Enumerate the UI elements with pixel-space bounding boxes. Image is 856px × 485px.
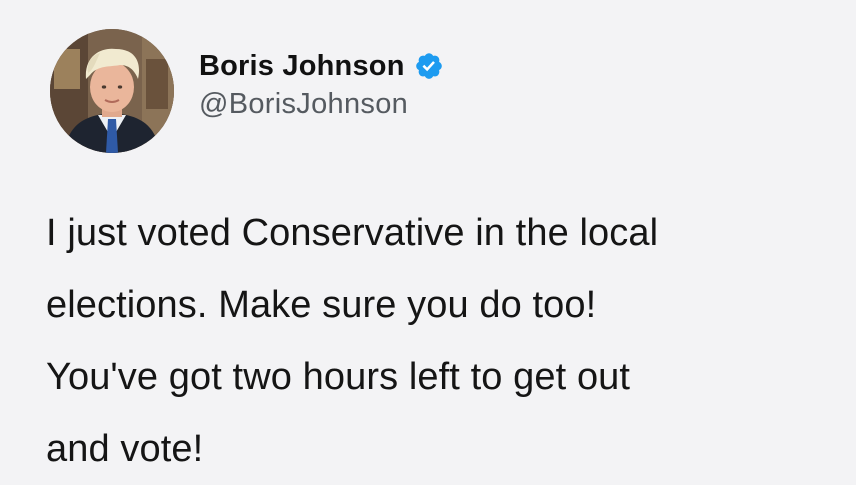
tweet-text-line: and vote! [46, 428, 204, 470]
display-name[interactable]: Boris Johnson [199, 50, 405, 83]
tweet-card: Boris Johnson @BorisJohnson I just voted… [0, 0, 856, 482]
tweet-text-line: You've got two hours left to get out [46, 356, 631, 398]
user-handle[interactable]: @BorisJohnson [199, 88, 408, 121]
avatar[interactable] [50, 29, 174, 153]
verified-badge-icon [414, 51, 444, 81]
profile-photo-icon [50, 29, 174, 153]
author-name-row: Boris Johnson [199, 46, 444, 86]
tweet-text-line: I just voted Conservative in the local [46, 212, 659, 254]
tweet-text-line: elections. Make sure you do too! [46, 284, 597, 326]
tweet-text: I just voted Conservative in the local e… [46, 197, 851, 485]
